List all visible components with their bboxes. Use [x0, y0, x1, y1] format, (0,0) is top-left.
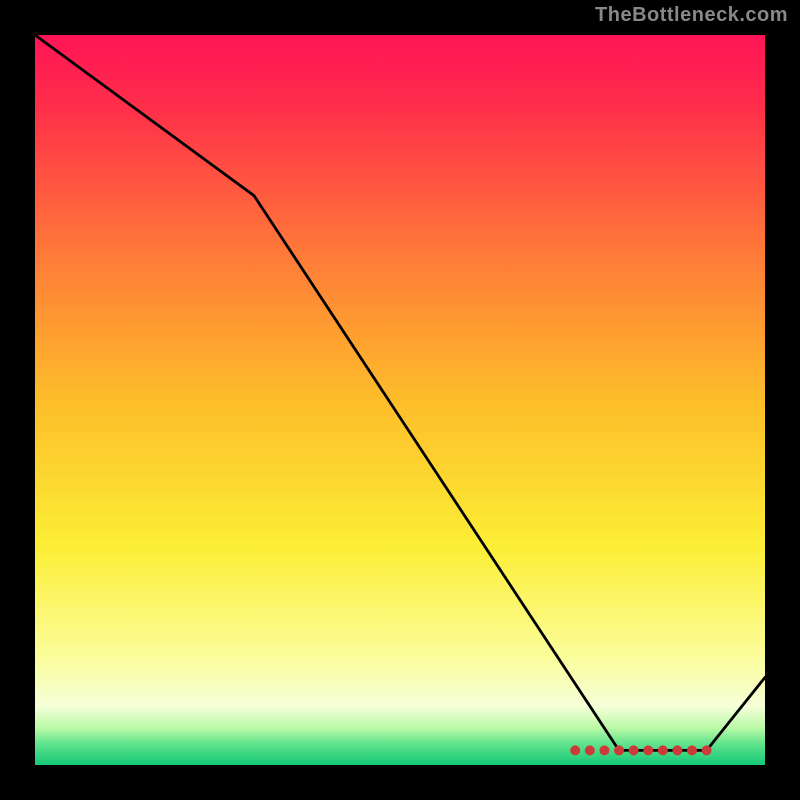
- chart-stage: TheBottleneck.com: [0, 0, 800, 800]
- watermark-text: TheBottleneck.com: [595, 4, 788, 27]
- plot-area: [35, 35, 765, 765]
- gradient-rect: [35, 35, 765, 765]
- gradient-background: [35, 35, 765, 765]
